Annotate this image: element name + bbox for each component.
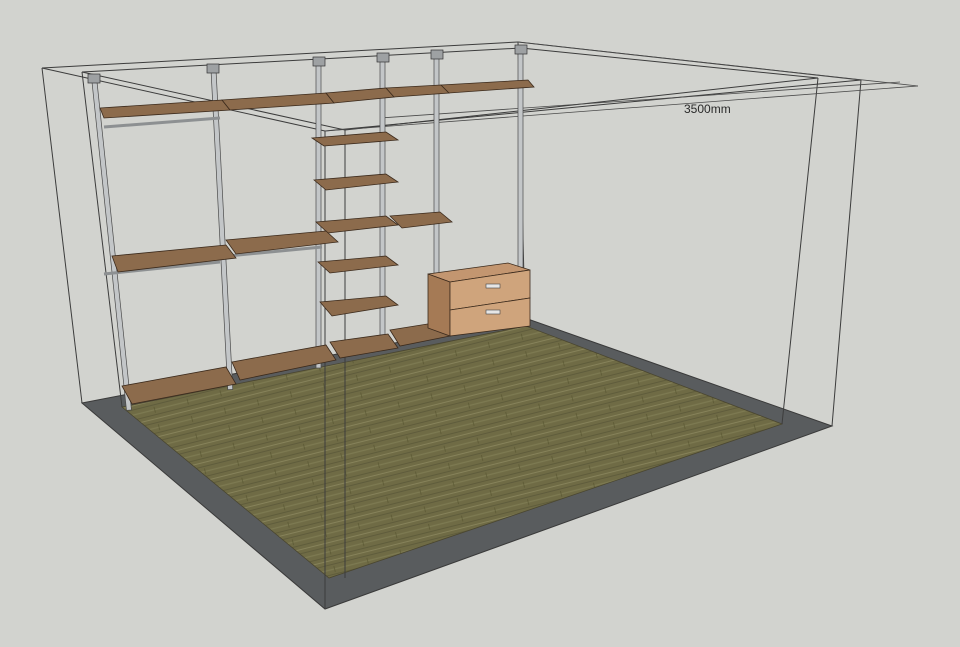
pole-cap [430,49,444,60]
shelf [312,173,400,191]
drawer-handle [485,309,501,315]
pole-cap [514,44,528,55]
pole-cap [312,56,326,67]
drawer-handle [485,283,501,289]
drawer-unit [427,262,531,337]
hanging-rail [103,116,221,129]
pole [91,81,132,411]
shelf [99,99,231,119]
pole-cap [376,52,390,63]
shelf [385,84,450,98]
sketchup-viewport[interactable]: 3500mm [0,0,960,647]
shelf [315,215,400,234]
shelf [389,211,453,229]
shelf [317,255,400,274]
dimension-label: 3500mm [684,102,731,116]
pole [315,61,322,369]
pole-cap [87,73,101,84]
pole-cap [206,63,220,74]
drawer-side [427,273,451,337]
shelf [319,295,399,317]
